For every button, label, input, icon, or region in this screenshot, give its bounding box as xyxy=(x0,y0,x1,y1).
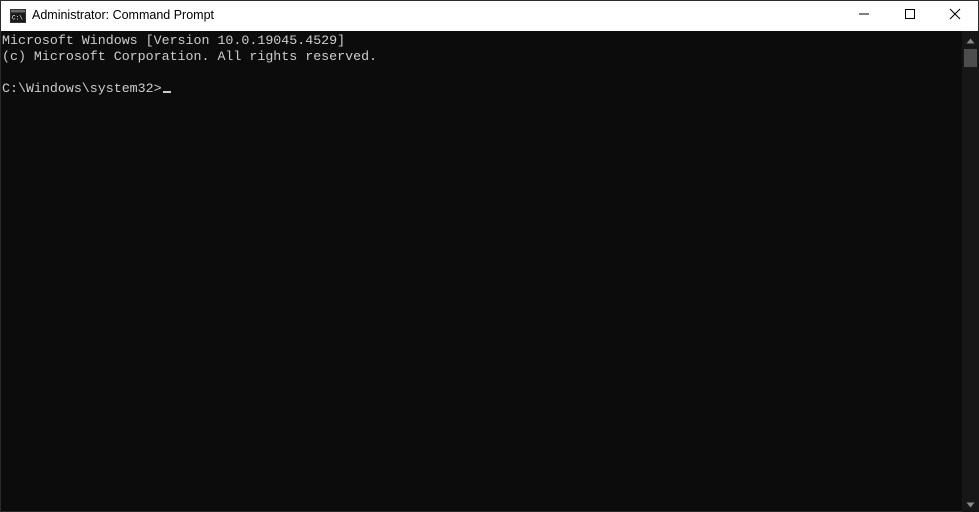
minimize-icon xyxy=(858,7,870,25)
text-cursor xyxy=(162,91,171,93)
scroll-up-button[interactable] xyxy=(962,31,979,48)
scroll-up-arrow-icon xyxy=(966,31,975,49)
prompt-line[interactable]: C:\Windows\system32> xyxy=(2,81,171,97)
console-output[interactable]: Microsoft Windows [Version 10.0.19045.45… xyxy=(1,31,962,511)
maximize-icon xyxy=(904,7,916,25)
scrollbar-thumb[interactable] xyxy=(964,49,977,67)
title-bar[interactable]: C:\ Administrator: Command Prompt xyxy=(1,1,978,31)
version-line: Microsoft Windows [Version 10.0.19045.45… xyxy=(2,33,346,48)
copyright-line: (c) Microsoft Corporation. All rights re… xyxy=(2,49,378,64)
minimize-button[interactable] xyxy=(841,1,887,31)
scroll-down-button[interactable] xyxy=(962,495,979,512)
maximize-button[interactable] xyxy=(887,1,933,31)
prompt-text: C:\Windows\system32> xyxy=(2,81,162,96)
vertical-scrollbar[interactable] xyxy=(962,31,979,512)
close-button[interactable] xyxy=(932,1,978,31)
command-prompt-window: C:\ Administrator: Command Prompt Micros… xyxy=(0,0,979,512)
cmd-icon[interactable]: C:\ xyxy=(10,9,26,23)
svg-text:C:\: C:\ xyxy=(12,15,23,22)
scroll-down-arrow-icon xyxy=(966,495,975,512)
window-title: Administrator: Command Prompt xyxy=(32,8,215,22)
close-icon xyxy=(949,7,961,25)
